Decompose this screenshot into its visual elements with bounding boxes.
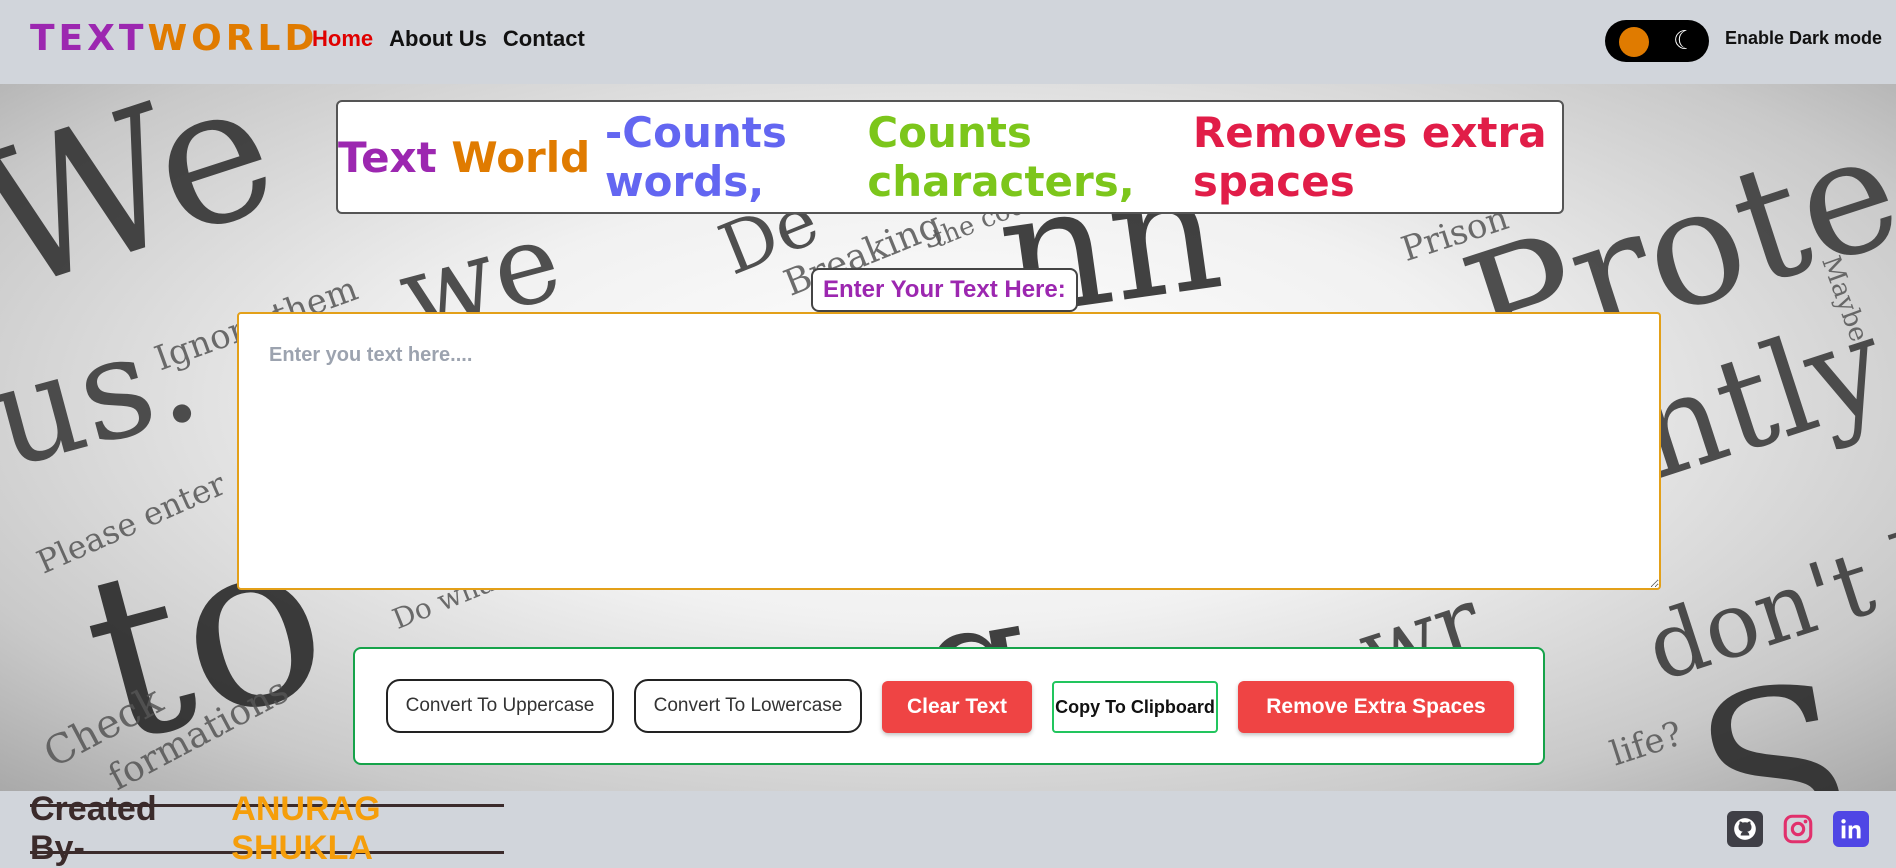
page-title: Text World -Counts words, Counts charact… — [336, 100, 1564, 214]
brand-part-text: TEXT — [30, 18, 148, 59]
remove-extra-spaces-button[interactable]: Remove Extra Spaces — [1238, 681, 1514, 733]
text-input[interactable] — [237, 312, 1661, 590]
instagram-icon[interactable] — [1780, 811, 1816, 847]
author-name[interactable]: ANURAG SHUKLA — [231, 790, 504, 868]
brand-logo[interactable]: TEXTWORLD — [30, 18, 318, 59]
nav-contact-link[interactable]: Contact — [503, 26, 585, 52]
bg-word: S — [1678, 632, 1872, 791]
nav-links: Home About Us Contact — [312, 26, 585, 52]
nav-about-link[interactable]: About Us — [389, 26, 487, 52]
action-buttons-panel: Convert To Uppercase Convert To Lowercas… — [353, 647, 1545, 765]
author-credit: Created By- ANURAG SHUKLA — [30, 790, 504, 867]
bg-word: life? — [1605, 713, 1688, 775]
lowercase-button[interactable]: Convert To Lowercase — [634, 679, 862, 733]
dark-mode-label: Enable Dark mode — [1725, 28, 1883, 48]
dark-mode-toggle[interactable]: ☾ — [1605, 20, 1709, 62]
moon-icon: ☾ — [1673, 25, 1697, 55]
toggle-knob — [1619, 27, 1649, 57]
copy-clipboard-button[interactable]: Copy To Clipboard — [1052, 681, 1218, 733]
title-part-counts-characters: Counts characters, — [867, 108, 1135, 206]
title-part-counts-words: -Counts words, — [604, 108, 787, 206]
brand-part-world: WORLD — [147, 18, 319, 59]
created-by-label: Created By- — [30, 790, 157, 867]
footer: Created By- ANURAG SHUKLA — [0, 790, 1896, 867]
title-part-text: Text — [338, 132, 437, 182]
clear-text-button[interactable]: Clear Text — [882, 681, 1032, 733]
title-part-removes-spaces: Removes extra spaces — [1192, 108, 1547, 206]
github-icon[interactable] — [1727, 811, 1763, 847]
hero-section: We us. to we Ignore them Please enter Ch… — [0, 84, 1896, 791]
nav-home-link[interactable]: Home — [312, 26, 373, 52]
text-input-label: Enter Your Text Here: — [811, 268, 1078, 312]
linkedin-icon[interactable] — [1833, 811, 1869, 847]
navbar: TEXTWORLD Home About Us Contact ☾ Enable… — [0, 0, 1896, 84]
uppercase-button[interactable]: Convert To Uppercase — [386, 679, 614, 733]
title-part-world: World — [451, 132, 591, 182]
